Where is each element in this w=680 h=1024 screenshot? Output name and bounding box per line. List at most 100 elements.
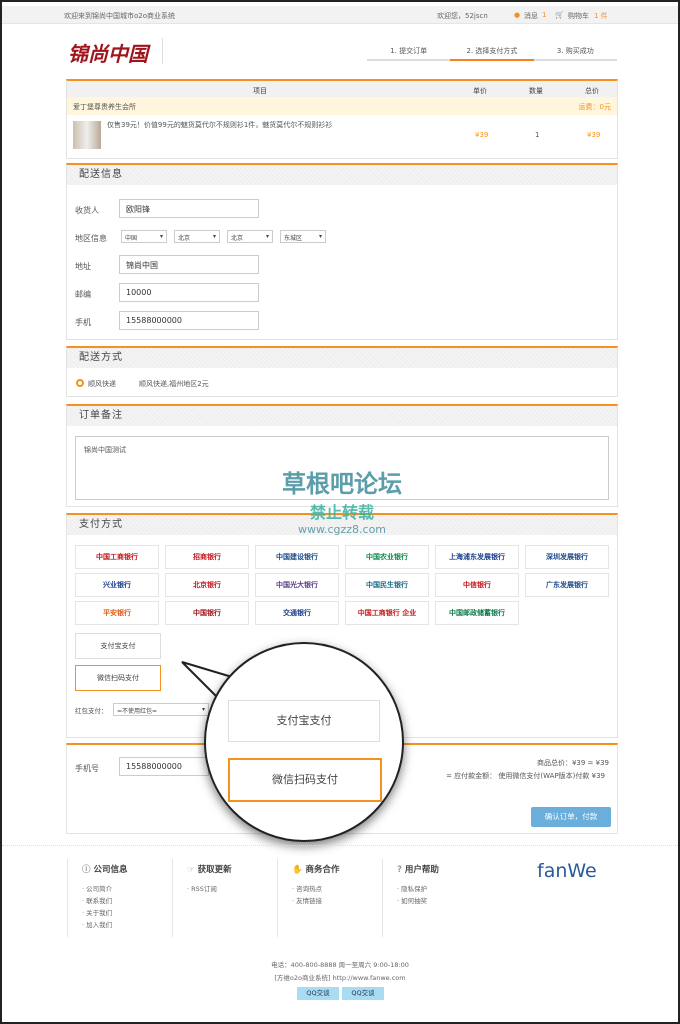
shipping-option[interactable]: 顺风快递 — [88, 379, 116, 389]
header-price: 单价 — [473, 87, 487, 95]
footer-link[interactable]: · 如何抽奖 — [397, 895, 482, 907]
section-title: 订单备注 — [67, 406, 617, 426]
phone-input[interactable]: 15588000000 — [119, 311, 259, 330]
footer-title-text: 公司信息 — [93, 865, 128, 875]
bank-option[interactable]: 中国农业银行 — [345, 545, 429, 569]
header-total: 总价 — [585, 87, 599, 95]
footer-column: ⓘ 公司信息 · 公司简介 · 联系我们 · 关于我们 · 加入我们 — [67, 859, 167, 937]
goods-total: 商品总价：¥39 = ¥39 — [536, 759, 609, 767]
address-input[interactable]: 锦尚中国 — [119, 255, 259, 274]
zip-input[interactable]: 10000 — [119, 283, 259, 302]
region-label: 地区信息 — [75, 234, 107, 243]
footer-column-title: ✋ 商务合作 — [292, 863, 377, 875]
bank-option[interactable]: 北京银行 — [165, 573, 249, 597]
footer-title-text: 商务合作 — [305, 865, 340, 875]
qq-chat-button[interactable]: QQ交谈 — [342, 987, 384, 1000]
footer-link-text[interactable]: 联系我们 — [86, 897, 112, 905]
footer-link-text[interactable]: 咨询热点 — [296, 885, 322, 893]
bank-option[interactable]: 中信银行 — [435, 573, 519, 597]
footer-link[interactable]: · RSS订阅 — [187, 883, 272, 895]
footer-column-title: ☞ 获取更新 — [187, 863, 272, 875]
bank-option[interactable]: 中国银行 — [165, 601, 249, 625]
messages-link[interactable]: 消息 — [524, 11, 538, 21]
cart-link[interactable]: 购物车 — [568, 11, 589, 21]
district-select[interactable]: 东城区 — [280, 230, 326, 243]
footer-link-text[interactable]: 关于我们 — [86, 909, 112, 917]
header-item: 项目 — [253, 87, 267, 95]
province-select[interactable]: 北京 — [174, 230, 220, 243]
zip-label: 邮编 — [75, 290, 91, 299]
callout-wechat: 微信扫码支付 — [228, 758, 382, 802]
remark-textarea[interactable]: 锦尚中国测试 — [75, 436, 609, 500]
bank-option[interactable]: 平安银行 — [75, 601, 159, 625]
bank-option[interactable]: 招商银行 — [165, 545, 249, 569]
bank-option[interactable]: 中国民生银行 — [345, 573, 429, 597]
footer-link-text[interactable]: RSS订阅 — [191, 885, 217, 893]
message-count: 1 — [542, 11, 547, 19]
summary-phone-label: 手机号 — [75, 764, 99, 773]
wechat-pay-button[interactable]: 微信扫码支付 — [75, 665, 161, 691]
footer-link[interactable]: · 咨询热点 — [292, 883, 377, 895]
footer-link-text[interactable]: 隐私保护 — [401, 885, 427, 893]
bank-option[interactable]: 中国建设银行 — [255, 545, 339, 569]
footer-icon: ✋ — [292, 865, 306, 875]
confirm-pay-button[interactable]: 确认订单，付款 — [531, 807, 611, 827]
shipping-desc: 顺风快递,福州地区2元 — [139, 380, 209, 388]
footer-icon: ? — [397, 865, 405, 875]
payable-amount: = 应付款金额： 使用微信支付(WAP版本)付款 ¥39 — [446, 772, 605, 780]
zoom-callout: 支付宝支付 微信扫码支付 — [204, 642, 404, 842]
product-name[interactable]: 仅售39元！价值99元的魅货莫代尔不规则衫1件，魅货莫代尔不规则衫衫 — [107, 120, 332, 130]
cart-count: 1 件 — [594, 12, 608, 20]
callout-alipay: 支付宝支付 — [228, 700, 380, 742]
summary-phone-input[interactable]: 15588000000 — [119, 757, 209, 776]
footer-link-text[interactable]: 友情链接 — [296, 897, 322, 905]
logo[interactable]: 锦尚中国 — [68, 38, 148, 67]
bank-option[interactable]: 交通银行 — [255, 601, 339, 625]
step-2: 2. 选择支付方式 — [450, 46, 534, 61]
footer-divider — [2, 845, 678, 846]
cart-icon: 🛒 — [555, 11, 564, 19]
bank-option[interactable]: 中国光大银行 — [255, 573, 339, 597]
footer-link-text[interactable]: 加入我们 — [86, 921, 112, 929]
footer-icon: ⓘ — [82, 865, 94, 875]
city-select[interactable]: 北京 — [227, 230, 273, 243]
shipping-radio[interactable] — [76, 379, 84, 387]
step-3: 3. 购买成功 — [556, 47, 594, 55]
product-thumbnail[interactable] — [73, 121, 101, 149]
bank-option[interactable]: 兴业银行 — [75, 573, 159, 597]
footer-link[interactable]: · 联系我们 — [82, 895, 167, 907]
alipay-button[interactable]: 支付宝支付 — [75, 633, 161, 659]
section-title: 支付方式 — [67, 515, 617, 535]
address-label: 地址 — [75, 262, 91, 271]
unit-price: ¥39 — [475, 131, 489, 139]
order-table: 项目 单价 数量 总价 爱丁堡尊贵养生会所 运费：0元 仅售39元！价值99元的… — [66, 79, 618, 159]
footer-column: ☞ 获取更新 · RSS订阅 — [172, 859, 272, 937]
fanwe-logo: fanWe — [537, 860, 597, 882]
bank-option[interactable]: 中国邮政储蓄银行 — [435, 601, 519, 625]
bank-option[interactable]: 深圳发展银行 — [525, 545, 609, 569]
shop-name[interactable]: 爱丁堡尊贵养生会所 — [73, 102, 136, 112]
qq-chat-button[interactable]: QQ交谈 — [297, 987, 339, 1000]
footer-link-text[interactable]: 公司简介 — [86, 885, 112, 893]
user-menu[interactable]: 欢迎您，52jscn — [437, 11, 488, 21]
footer-title-text: 获取更新 — [197, 865, 232, 875]
footer-link[interactable]: · 友情链接 — [292, 895, 377, 907]
bank-option[interactable]: 广东发展银行 — [525, 573, 609, 597]
footer-column: ✋ 商务合作 · 咨询热点 · 友情链接 — [277, 859, 377, 937]
country-select[interactable]: 中国 — [121, 230, 167, 243]
table-row: 仅售39元！价值99元的魅货莫代尔不规则衫1件，魅货莫代尔不规则衫衫 ¥39 1… — [67, 115, 617, 157]
footer-link[interactable]: · 加入我们 — [82, 919, 167, 931]
footer-link-text[interactable]: 如何抽奖 — [401, 897, 427, 905]
bank-option[interactable]: 中国工商银行 — [75, 545, 159, 569]
bank-option[interactable]: 中国工商银行 企业 — [345, 601, 429, 625]
footer-site[interactable]: [方维o2o商业系统] http://www.fanwe.com — [2, 972, 678, 982]
delivery-section: 配送信息 收货人 欧阳锋 地区信息 中国 北京 北京 东城区 地址 锦尚中国 邮… — [66, 163, 618, 340]
footer-link[interactable]: · 隐私保护 — [397, 883, 482, 895]
footer-link[interactable]: · 关于我们 — [82, 907, 167, 919]
table-header: 项目 单价 数量 总价 — [67, 81, 617, 97]
header-qty: 数量 — [529, 87, 543, 95]
bank-option[interactable]: 上海浦东发展银行 — [435, 545, 519, 569]
receiver-input[interactable]: 欧阳锋 — [119, 199, 259, 218]
footer-link[interactable]: · 公司简介 — [82, 883, 167, 895]
receiver-label: 收货人 — [75, 206, 99, 215]
